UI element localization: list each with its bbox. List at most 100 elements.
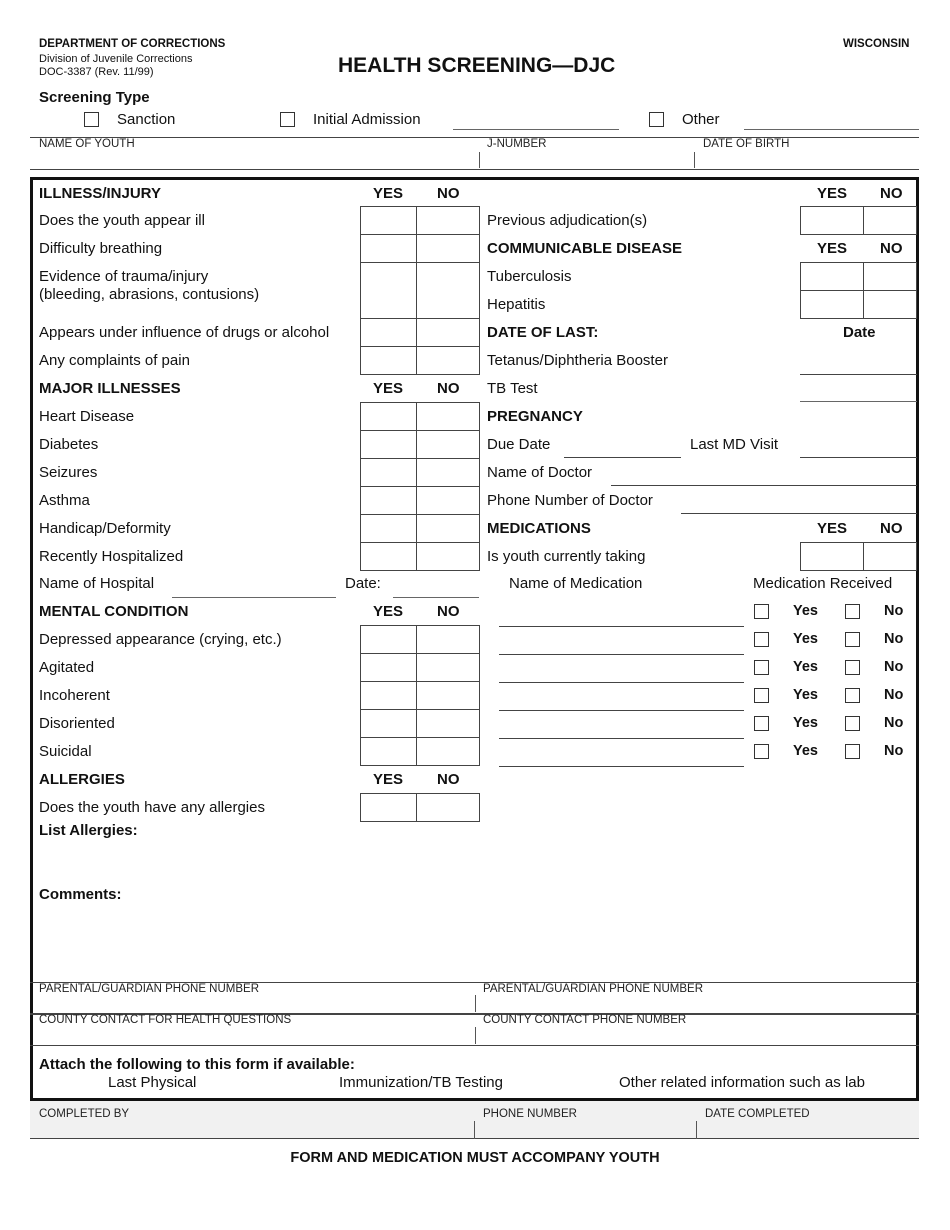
other-checkbox[interactable] [649,112,664,127]
medication-received-no-checkbox[interactable] [845,660,860,675]
medication-yes-label: Yes [793,715,818,731]
medication-name-field[interactable] [499,745,744,763]
date-of-birth-field[interactable] [703,152,913,168]
medication-received-no-checkbox[interactable] [845,632,860,647]
mental-condition-yes-box[interactable] [360,737,417,766]
illness-item-yes-box[interactable] [360,262,417,319]
adjudication-yes-box[interactable] [800,206,864,235]
major-illness-yes-box[interactable] [360,430,417,459]
sanction-checkbox[interactable] [84,112,99,127]
allergies-no-box[interactable] [416,793,480,822]
doctor-phone-line[interactable] [681,513,917,514]
initial-admission-line[interactable] [453,129,619,130]
medication-received-yes-checkbox[interactable] [754,632,769,647]
mental-condition-no-box[interactable] [416,681,480,710]
divider [475,1027,476,1044]
due-date-line[interactable] [564,457,681,458]
phone-number-field[interactable] [483,1122,688,1137]
medication-received-yes-checkbox[interactable] [754,716,769,731]
tuberculosis-yes-box[interactable] [800,262,864,291]
major-illness-no-box[interactable] [416,430,480,459]
medication-received-yes-checkbox[interactable] [754,604,769,619]
no-header: NO [437,380,460,397]
county-contact-field[interactable] [39,1028,469,1043]
mental-condition-yes-box[interactable] [360,625,417,654]
no-header: NO [880,185,903,202]
illness-item-no-box[interactable] [416,206,480,235]
major-illness-no-box[interactable] [416,402,480,431]
j-number-field[interactable] [487,152,687,168]
medication-no-label: No [884,659,904,675]
illness-item-no-box[interactable] [416,346,480,375]
completed-by-field[interactable] [39,1122,469,1137]
medication-name-field[interactable] [499,605,744,623]
major-illness-yes-box[interactable] [360,514,417,543]
list-allergies-field[interactable] [39,842,909,882]
tetanus-booster-date-line[interactable] [800,374,917,375]
major-illness-yes-box[interactable] [360,486,417,515]
medications-no-box[interactable] [863,542,917,571]
date-completed-field[interactable] [705,1122,910,1137]
other-specify-line[interactable] [744,129,919,130]
allergies-yes-box[interactable] [360,793,417,822]
guardian-phone-1-field[interactable] [39,997,469,1012]
tb-test-date-line[interactable] [800,401,917,402]
illness-item-yes-box[interactable] [360,318,417,347]
medication-received-no-checkbox[interactable] [845,744,860,759]
no-header: NO [880,520,903,537]
divider [30,1045,919,1046]
illness-item-yes-box[interactable] [360,206,417,235]
hospital-name-line[interactable] [172,597,336,598]
mental-condition-no-box[interactable] [416,653,480,682]
major-illness-no-box[interactable] [416,542,480,571]
attachment-immunization: Immunization/TB Testing [339,1074,503,1091]
county-phone-field[interactable] [483,1028,913,1043]
hospital-date-line[interactable] [393,597,479,598]
major-illness-no-box[interactable] [416,486,480,515]
medications-yes-box[interactable] [800,542,864,571]
divider [696,1121,697,1139]
medication-received-yes-checkbox[interactable] [754,660,769,675]
medication-name-field[interactable] [499,661,744,679]
medication-name-field[interactable] [499,717,744,735]
guardian-phone-2-field[interactable] [483,997,913,1012]
divider [479,152,480,168]
mental-condition-no-box[interactable] [416,709,480,738]
illness-item-no-box[interactable] [416,318,480,347]
mental-condition-yes-box[interactable] [360,709,417,738]
completed-by-label: COMPLETED BY [39,1108,130,1120]
illness-item-no-box[interactable] [416,262,480,319]
tuberculosis-no-box[interactable] [863,262,917,291]
medication-received-no-checkbox[interactable] [845,688,860,703]
last-md-visit-line[interactable] [800,457,917,458]
medication-name-field[interactable] [499,689,744,707]
major-illness-yes-box[interactable] [360,542,417,571]
adjudication-no-box[interactable] [863,206,917,235]
medication-received-yes-checkbox[interactable] [754,688,769,703]
medication-name-field[interactable] [499,633,744,651]
mental-condition-yes-box[interactable] [360,653,417,682]
medication-received-no-checkbox[interactable] [845,604,860,619]
illness-item-yes-box[interactable] [360,346,417,375]
mental-condition-yes-box[interactable] [360,681,417,710]
division-name: Division of Juvenile Corrections [39,53,193,65]
initial-admission-checkbox[interactable] [280,112,295,127]
illness-item-yes-box[interactable] [360,234,417,263]
doctor-name-line[interactable] [611,485,917,486]
date-column-header: Date [843,324,876,341]
major-illness-yes-box[interactable] [360,458,417,487]
major-illness-no-box[interactable] [416,514,480,543]
medications-heading: MEDICATIONS [487,520,591,537]
comments-field[interactable] [39,906,909,976]
mental-condition-no-box[interactable] [416,625,480,654]
hepatitis-yes-box[interactable] [800,290,864,319]
medication-received-no-checkbox[interactable] [845,716,860,731]
major-illness-no-box[interactable] [416,458,480,487]
hepatitis-no-box[interactable] [863,290,917,319]
name-of-youth-field[interactable] [39,152,479,168]
divider [475,995,476,1012]
illness-item-no-box[interactable] [416,234,480,263]
mental-condition-no-box[interactable] [416,737,480,766]
medication-received-yes-checkbox[interactable] [754,744,769,759]
major-illness-yes-box[interactable] [360,402,417,431]
